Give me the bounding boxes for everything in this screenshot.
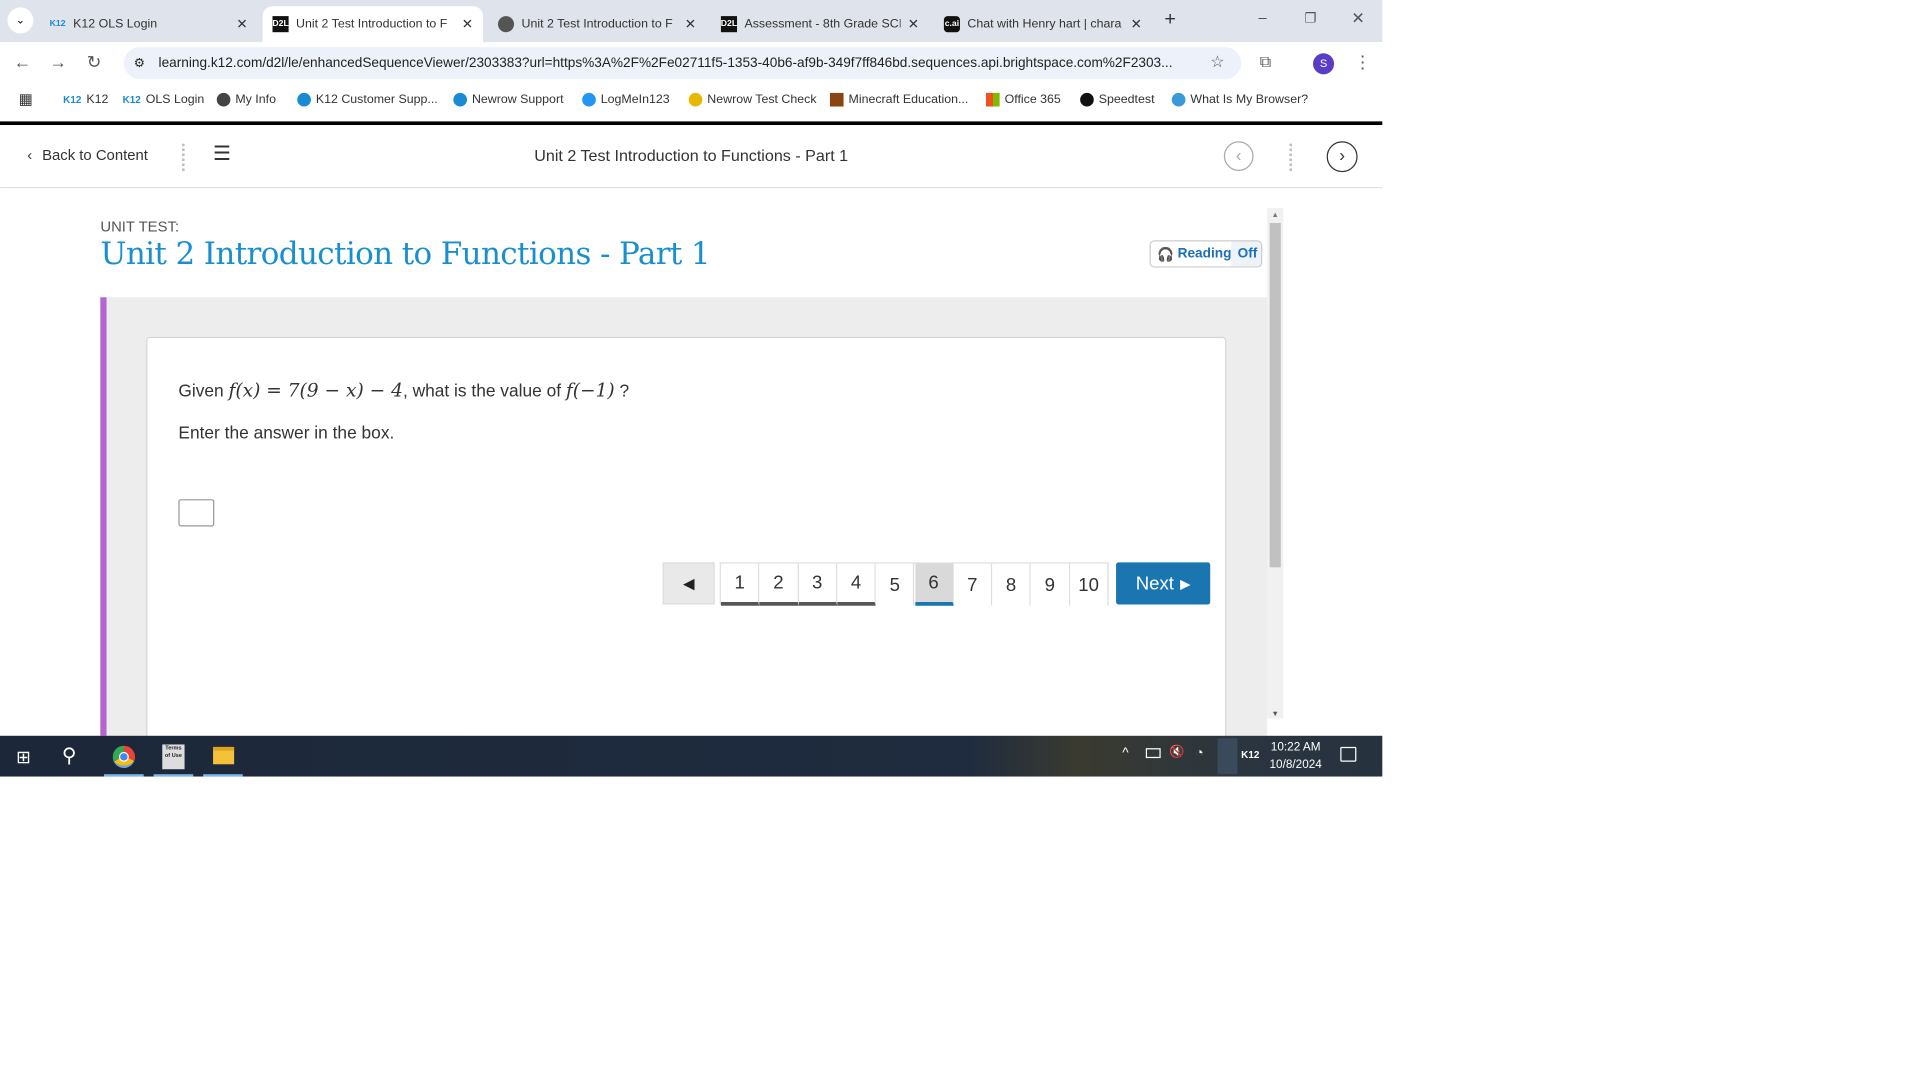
sequence-header: ‹ Back to Content ☰ Unit 2 Test Introduct…: [0, 125, 1383, 189]
page-header-title: Unit 2 Test Introduction to Functions - …: [534, 146, 849, 165]
close-tab-icon[interactable]: ✕: [908, 16, 919, 32]
search-icon[interactable]: ⚲: [62, 743, 77, 768]
tab-active[interactable]: D2L Unit 2 Test Introduction to F ✕: [262, 6, 484, 43]
previous-question-button[interactable]: ◀: [662, 562, 715, 605]
close-tab-icon[interactable]: ✕: [236, 16, 247, 32]
menu-kebab-icon[interactable]: ⋮: [1354, 52, 1371, 73]
bookmark-ols-login[interactable]: K12 OLS Login: [123, 93, 205, 107]
d2l-favicon-icon: D2L: [721, 16, 737, 33]
apps-grid-icon[interactable]: ▦: [19, 90, 33, 107]
windows-taskbar: ⊞ ⚲ Terms of Use ^ 🔇 ◔ K12 10:22 AM 10/8/…: [0, 735, 1383, 777]
question-card: Given f(x) = 7(9 − x) − 4, what is the v…: [146, 336, 1227, 746]
d2l-favicon-icon: D2L: [272, 16, 289, 33]
tab-search-button[interactable]: ⌄: [7, 7, 34, 34]
extensions-icon[interactable]: ⧉: [1260, 52, 1272, 72]
tab[interactable]: Unit 2 Test Introduction to F ✕: [488, 6, 706, 42]
page-button-1[interactable]: 1: [720, 563, 760, 606]
page-button-2[interactable]: 2: [759, 563, 799, 606]
content-frame: UNIT TEST: Unit 2 Introduction to Functi…: [0, 188, 1383, 746]
forward-icon[interactable]: →: [50, 52, 67, 72]
bookmark-newrow-test-check[interactable]: Newrow Test Check: [688, 92, 817, 107]
page-button-8[interactable]: 8: [992, 563, 1032, 606]
file-explorer-icon[interactable]: [213, 746, 235, 765]
question-text: Given f(x) = 7(9 − x) − 4, what is the v…: [178, 379, 630, 402]
close-window-button[interactable]: ✕: [1351, 9, 1365, 29]
new-tab-button[interactable]: +: [1164, 9, 1176, 31]
reload-icon[interactable]: ↻: [87, 52, 102, 73]
bookmark-logmein123[interactable]: LogMeIn123: [582, 92, 670, 107]
tab[interactable]: c.ai Chat with Henry hart | chara ✕: [934, 6, 1152, 42]
bookmark-k12[interactable]: K12 K12: [63, 93, 108, 107]
instruction-text: Enter the answer in the box.: [178, 422, 395, 443]
restore-button[interactable]: ❐: [1304, 10, 1316, 26]
bookmarks-bar: ▦ K12 K12 K12 OLS Login My Info K12 Custom…: [0, 84, 1383, 119]
bookmark-k12-customer-support[interactable]: K12 Customer Supp...: [297, 92, 438, 107]
previous-activity-button[interactable]: ‹: [1223, 141, 1254, 171]
unit-test-label: UNIT TEST:: [100, 218, 180, 236]
scroll-down-arrow[interactable]: ▼: [1267, 711, 1283, 718]
page-list: 1 2 3 4 5 6 7 8 9 10: [719, 562, 1109, 606]
bookmark-minecraft-education[interactable]: Minecraft Education...: [829, 92, 968, 107]
tray-app-icon[interactable]: [1217, 738, 1238, 775]
tab[interactable]: D2L Assessment - 8th Grade SCIE ✕: [711, 6, 929, 42]
reading-toggle[interactable]: 🎧 Reading Off: [1149, 240, 1263, 268]
wifi-icon[interactable]: ◔: [1195, 746, 1203, 761]
clock[interactable]: 10:22 AM 10/8/2024: [1263, 740, 1327, 775]
page-button-10[interactable]: 10: [1069, 563, 1109, 606]
page-button-5[interactable]: 5: [875, 563, 915, 606]
globe-icon: [497, 16, 515, 33]
active-app-indicator: [104, 774, 144, 777]
question-panel: Given f(x) = 7(9 − x) − 4, what is the v…: [100, 297, 1268, 746]
site-info-icon[interactable]: ⚙: [134, 56, 145, 70]
headphones-icon: 🎧: [1156, 247, 1174, 262]
bookmark-star-icon[interactable]: ☆: [1210, 52, 1224, 72]
windows-start-icon[interactable]: ⊞: [16, 747, 31, 768]
k12-tray-icon[interactable]: K12: [1241, 749, 1259, 760]
battery-icon[interactable]: [1145, 748, 1161, 759]
address-bar-row: ← → ↻ ⚙ learning.k12.com/d2l/le/enhancedS…: [0, 42, 1383, 85]
minimize-button[interactable]: –: [1259, 9, 1267, 26]
url-input[interactable]: ⚙ learning.k12.com/d2l/le/enhancedSequenc…: [123, 47, 1242, 80]
page-button-3[interactable]: 3: [798, 563, 838, 606]
terms-of-use-icon[interactable]: Terms of Use: [162, 744, 185, 770]
divider: [1289, 143, 1292, 171]
page-button-7[interactable]: 7: [953, 563, 993, 606]
close-tab-icon[interactable]: ✕: [462, 16, 473, 32]
back-icon[interactable]: ←: [14, 52, 31, 72]
answer-input[interactable]: [178, 499, 215, 527]
cai-favicon-icon: c.ai: [943, 16, 960, 33]
bookmark-what-is-my-browser[interactable]: What Is My Browser?: [1171, 92, 1308, 107]
math-expression: f(−1): [565, 379, 615, 402]
browser-window: ⌄ K12 K12 OLS Login ✕ D2L Unit 2 Test Intro…: [0, 0, 1383, 777]
page-title: Unit 2 Introduction to Functions - Part …: [100, 235, 711, 272]
close-tab-icon[interactable]: ✕: [685, 16, 696, 32]
page-button-9[interactable]: 9: [1031, 563, 1070, 606]
k12-favicon-icon: K12: [49, 19, 66, 29]
pagination: ◀ 1 2 3 4 5 6 7 8 9 10 Next ▶: [662, 562, 1211, 606]
caret-right-icon: ▶: [1180, 576, 1191, 592]
scrollbar-thumb[interactable]: [1269, 222, 1281, 568]
close-tab-icon[interactable]: ✕: [1131, 16, 1142, 32]
profile-avatar[interactable]: S: [1313, 53, 1335, 75]
page-button-4[interactable]: 4: [837, 563, 876, 606]
scroll-up-arrow[interactable]: ▲: [1267, 208, 1283, 223]
next-button[interactable]: Next ▶: [1116, 562, 1211, 605]
next-activity-button[interactable]: ›: [1326, 141, 1358, 173]
math-expression: f(x) = 7(9 − x) − 4: [228, 379, 403, 402]
chrome-icon[interactable]: [112, 745, 136, 768]
tab-strip: ⌄ K12 K12 OLS Login ✕ D2L Unit 2 Test Intro…: [0, 0, 1383, 43]
active-app-indicator: [203, 774, 243, 777]
volume-muted-icon[interactable]: 🔇: [1169, 746, 1184, 760]
bookmark-newrow-support[interactable]: Newrow Support: [453, 92, 564, 107]
bookmark-my-info[interactable]: My Info: [216, 92, 276, 107]
page-button-6[interactable]: 6: [914, 563, 954, 606]
notifications-icon[interactable]: [1340, 746, 1357, 762]
bookmark-office-365[interactable]: Office 365: [986, 92, 1061, 107]
scrollbar[interactable]: ▲ ▼: [1267, 208, 1284, 718]
bookmark-speedtest[interactable]: Speedtest: [1080, 92, 1155, 107]
active-app-indicator: [153, 774, 194, 777]
show-hidden-icons[interactable]: ^: [1122, 746, 1128, 761]
tab[interactable]: K12 K12 OLS Login ✕: [40, 6, 258, 42]
